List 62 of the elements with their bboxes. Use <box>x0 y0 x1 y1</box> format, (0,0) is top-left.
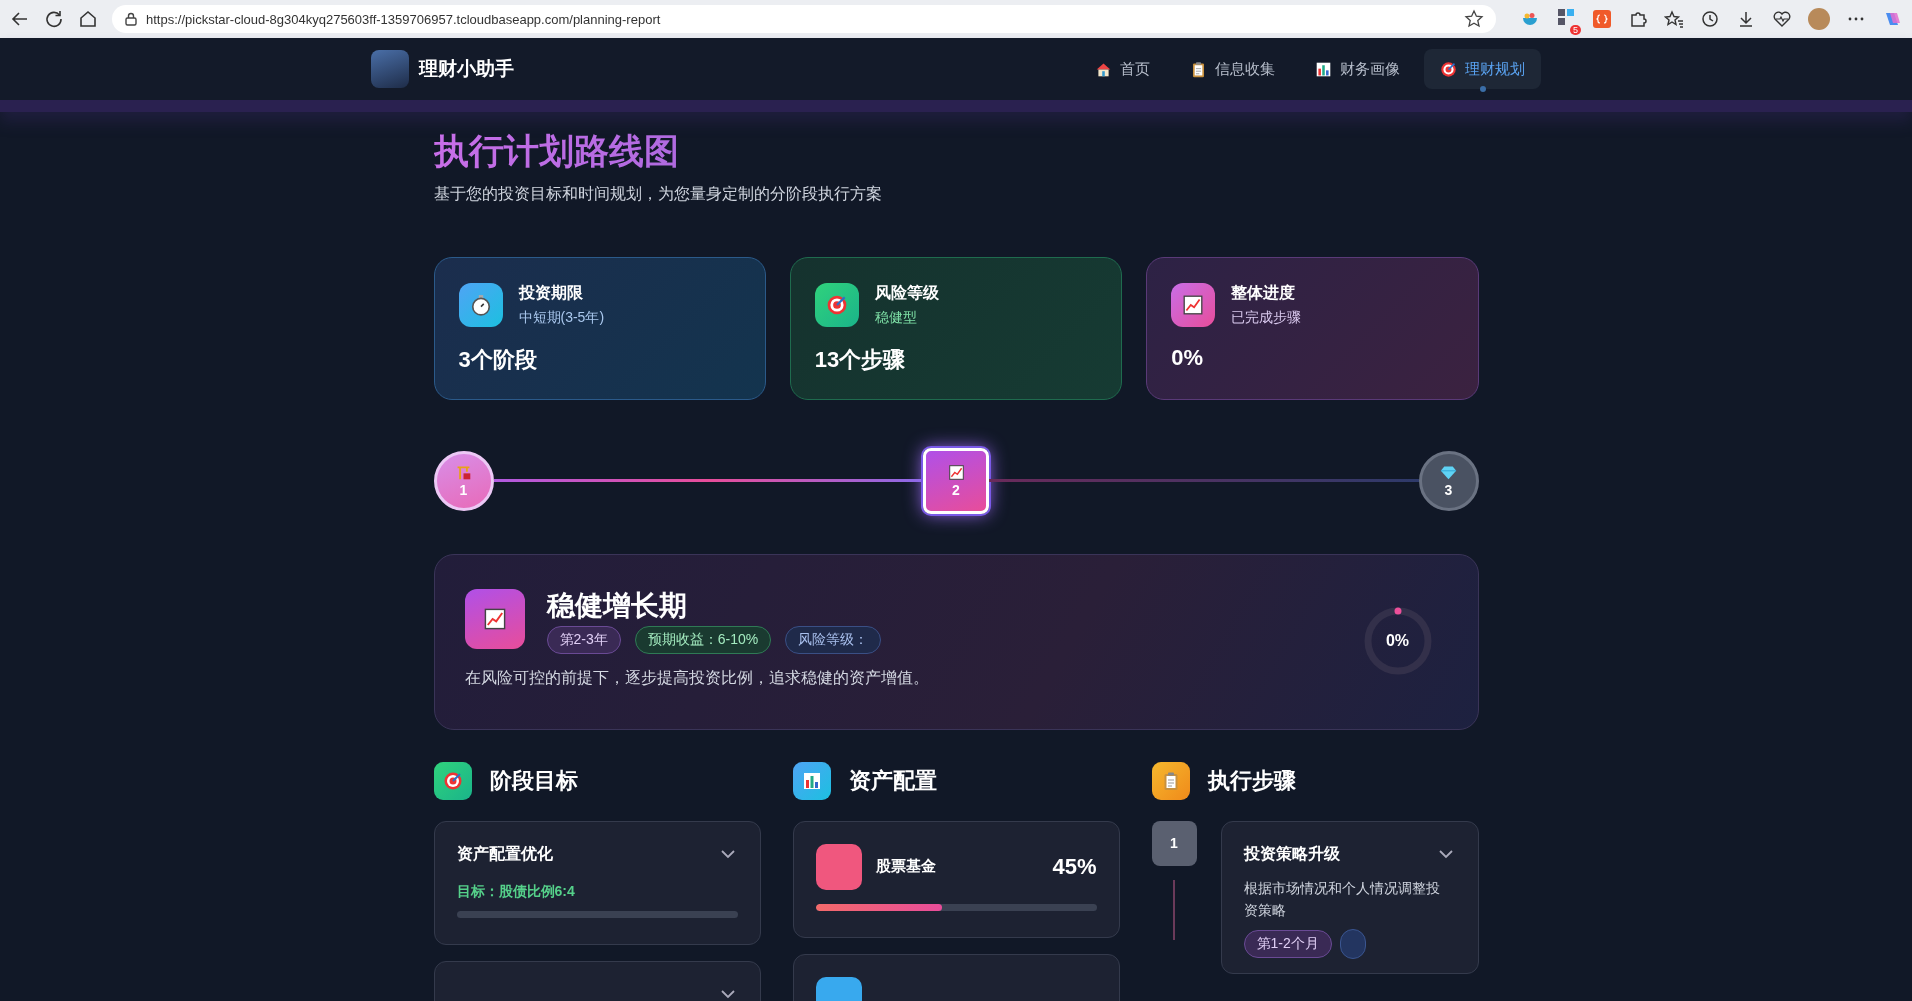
line-chart-icon <box>1182 293 1205 316</box>
profile-avatar[interactable] <box>1808 8 1830 30</box>
step-card[interactable]: 投资策略升级 根据市场情况和个人情况调整投资策略 第1-2个月 <box>1220 820 1479 975</box>
home-icon[interactable] <box>78 9 98 29</box>
target-icon <box>1440 60 1457 78</box>
progress-percent: 0% <box>1384 630 1411 651</box>
stopwatch-icon <box>469 293 492 316</box>
timeline-node[interactable]: 3 <box>1418 450 1479 511</box>
target-icon <box>825 293 848 316</box>
stat-value: 13个步骤 <box>814 345 907 374</box>
nav-tab[interactable]: 信息收集 <box>1174 49 1291 89</box>
heartbeat-icon[interactable] <box>1772 9 1792 29</box>
time-tag: 第1-2个月 <box>1243 930 1332 959</box>
stat-subtitle: 已完成步骤 <box>1231 308 1302 327</box>
stat-title: 风险等级 <box>874 282 939 303</box>
section-title: 阶段目标 <box>489 766 578 795</box>
target-icon <box>442 770 463 791</box>
reload-icon[interactable] <box>44 9 64 29</box>
line-chart-icon <box>482 606 507 631</box>
nav-tab[interactable]: 首页 <box>1079 49 1166 89</box>
timeline-node[interactable]: 2 <box>923 447 989 514</box>
stat-title: 整体进度 <box>1231 282 1297 303</box>
page-subtitle: 基于您的投资目标和时间规划，为您量身定制的分阶段执行方案 <box>433 183 883 204</box>
stat-title: 投资期限 <box>518 282 584 303</box>
history-icon[interactable] <box>1700 9 1720 29</box>
notification-badge: 5 <box>1570 25 1581 35</box>
section-title: 执行步骤 <box>1207 766 1296 795</box>
nav-tab[interactable]: 财务画像 <box>1299 49 1416 89</box>
star-icon[interactable] <box>1464 9 1484 29</box>
line-chart-icon <box>947 463 965 481</box>
url-text: https://pickstar-cloud-8g304kyq275603ff-1359706957.tcloudbaseapp.com/planning-report <box>146 11 662 27</box>
braces-icon[interactable] <box>1592 9 1612 29</box>
extension-grid-icon[interactable] <box>1556 7 1576 27</box>
phase-tag: 第2-3年 <box>546 626 621 655</box>
goal-card[interactable]: 资产配置优化 目标：股债比例6:4 <box>433 820 761 945</box>
stat-subtitle: 稳健型 <box>874 308 918 327</box>
phase-title: 稳健增长期 <box>546 588 688 623</box>
stat-value: 3个阶段 <box>458 345 538 374</box>
nav-tab[interactable]: 理财规划 <box>1424 49 1541 89</box>
crane-icon <box>455 463 472 481</box>
favorites-icon[interactable] <box>1664 9 1684 29</box>
brand-name: 理财小助手 <box>419 57 514 81</box>
bar-chart-icon <box>801 770 822 791</box>
stat-value: 0% <box>1171 344 1204 371</box>
phase-description: 在风险可控的前提下，逐步提高投资比例，追求稳健的资产增值。 <box>464 668 929 689</box>
stat-subtitle: 中短期(3-5年) <box>518 308 605 327</box>
puzzle-icon[interactable] <box>1628 9 1648 29</box>
phase-tag: 预期收益：6-10% <box>634 626 772 655</box>
clipboard-icon <box>1190 60 1207 78</box>
asset-percent: 45% <box>1052 853 1097 880</box>
goal-target: 目标：股债比例6:4 <box>456 882 576 901</box>
phase-tag: 风险等级： <box>785 626 882 655</box>
step-title: 投资策略升级 <box>1243 843 1340 864</box>
step-number: 1 <box>1151 820 1197 866</box>
asset-name: 股票基金 <box>875 857 937 876</box>
status-pill <box>1339 929 1366 960</box>
lock-icon <box>124 12 138 26</box>
goal-title: 资产配置优化 <box>456 843 553 864</box>
step-description: 根据市场情况和个人情况调整投资策略 <box>1243 878 1441 920</box>
section-title: 资产配置 <box>848 766 937 795</box>
address-bar[interactable]: https://pickstar-cloud-8g304kyq275603ff-1359706957.tcloudbaseapp.com/planning-report <box>112 5 1496 33</box>
bar-chart-icon <box>1315 60 1332 78</box>
